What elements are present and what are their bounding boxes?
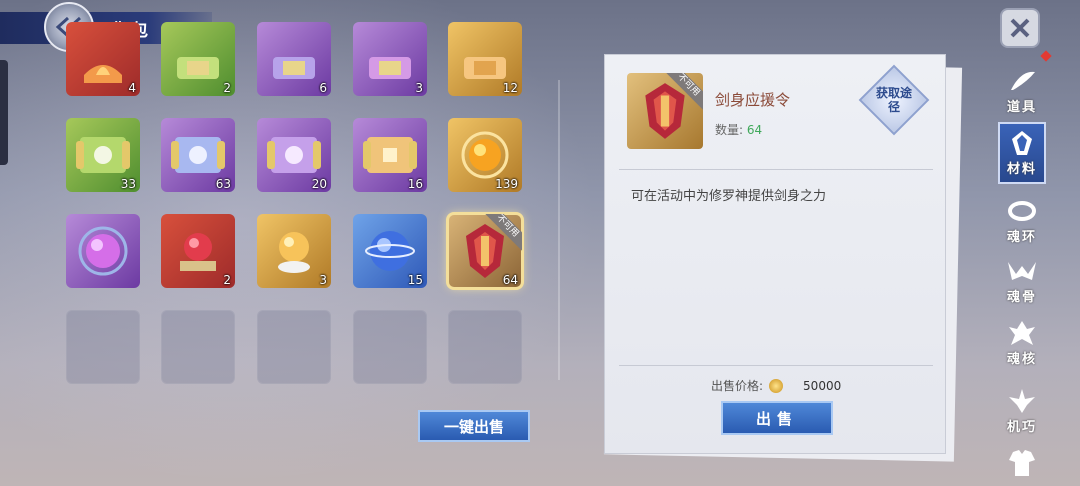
item-count: 15: [407, 273, 423, 287]
item-slot[interactable]: 2: [161, 22, 235, 96]
feather-icon: [1005, 66, 1039, 96]
item-count: 2: [223, 273, 231, 287]
nav-item-soul-ring[interactable]: 魂环: [998, 196, 1046, 245]
green-scroll-icon: [76, 137, 130, 173]
gold-orb-on-stand-icon: [278, 232, 310, 273]
empty-slot[interactable]: [161, 310, 235, 384]
item-count: 6: [319, 81, 327, 95]
divider-line: [619, 365, 933, 366]
item-slot[interactable]: 6: [257, 22, 331, 96]
item-slot[interactable]: 20: [257, 118, 331, 192]
coin-icon: [769, 378, 784, 393]
item-description: 可在活动中为修罗神提供剑身之力: [631, 185, 826, 204]
obtain-source-button[interactable]: 获取途径: [858, 64, 930, 136]
gold-orb-icon: [461, 131, 509, 179]
empty-slot[interactable]: [448, 310, 522, 384]
purple-scroll-icon: [267, 137, 321, 173]
flame-scroll-icon: [84, 64, 122, 83]
gold-scroll-icon: [464, 56, 506, 79]
sell-price-row: 出售价格: 50000: [711, 377, 841, 394]
divider-line: [619, 169, 933, 170]
sell-all-button[interactable]: 一键出售: [418, 410, 530, 442]
gold-scroll-icon: [363, 137, 417, 173]
item-slot-selected[interactable]: 不可用 64: [446, 212, 524, 290]
nav-label: 魂核: [1006, 352, 1037, 367]
item-slot[interactable]: [66, 214, 140, 288]
item-count: 139: [495, 177, 518, 191]
item-slot[interactable]: 63: [161, 118, 235, 192]
nav-item-mechanism[interactable]: 机巧: [998, 386, 1046, 435]
item-quantity: 数量: 64: [715, 121, 762, 138]
divider: [558, 80, 560, 380]
nav-item-props[interactable]: 道具: [998, 66, 1046, 115]
nav-label: 魂骨: [1006, 290, 1037, 305]
violet-scroll-icon: [369, 56, 411, 79]
ring-icon: [1005, 196, 1039, 226]
item-detail-panel: 不可用 剑身应援令 数量: 64 获取途径 可在活动中为修罗神提供剑身之力 出售…: [604, 54, 946, 454]
close-button[interactable]: [1000, 8, 1040, 48]
quantity-value: 64: [746, 123, 763, 137]
armor-icon: [1005, 448, 1039, 478]
nav-label: 道具: [1006, 100, 1037, 115]
purple-orb-icon: [78, 226, 128, 276]
blue-orb-icon: [365, 231, 415, 271]
left-edge-tab[interactable]: [0, 60, 8, 165]
item-count: 4: [128, 81, 136, 95]
purple-scroll-icon: [273, 56, 315, 79]
item-slot[interactable]: 12: [448, 22, 522, 96]
mechanism-icon: [1005, 386, 1039, 416]
empty-slot[interactable]: [66, 310, 140, 384]
quantity-label: 数量:: [715, 123, 744, 137]
item-name: 剑身应援令: [715, 91, 791, 109]
item-count: 64: [502, 273, 518, 287]
desc-text: 可在: [631, 189, 658, 204]
item-slot[interactable]: 16: [353, 118, 427, 192]
item-count: 12: [502, 81, 518, 95]
green-scroll-icon: [177, 56, 219, 79]
nav-item-armor[interactable]: [998, 448, 1046, 478]
blue-scroll-icon: [171, 137, 225, 173]
price-label: 出售价格:: [711, 379, 764, 393]
item-count: 16: [407, 177, 423, 191]
sell-button[interactable]: 出售: [721, 401, 833, 435]
nav-item-materials[interactable]: 材料: [998, 122, 1046, 184]
item-count: 20: [311, 177, 327, 191]
nav-label: 魂环: [1006, 230, 1037, 245]
core-icon: [1005, 318, 1039, 348]
item-count: 33: [120, 177, 136, 191]
empty-slot[interactable]: [353, 310, 427, 384]
desc-text: 活动中为修罗神提供剑身之力: [657, 189, 827, 204]
close-icon: [1010, 18, 1030, 38]
notification-dot: [1040, 50, 1052, 62]
selected-item-icon: 不可用: [627, 73, 703, 149]
item-slot[interactable]: 3: [353, 22, 427, 96]
item-slot[interactable]: 4: [66, 22, 140, 96]
wing-bone-icon: [1005, 256, 1039, 286]
nav-label: 机巧: [1006, 420, 1037, 435]
item-count: 3: [319, 273, 327, 287]
item-count: 3: [415, 81, 423, 95]
red-orb-on-stand-icon: [180, 233, 216, 271]
nav-item-soul-bone[interactable]: 魂骨: [998, 256, 1046, 305]
nav-label: 材料: [1006, 162, 1037, 177]
item-slot[interactable]: 139: [448, 118, 522, 192]
obtain-label: 获取途径: [875, 86, 912, 114]
item-slot[interactable]: 15: [353, 214, 427, 288]
item-slot[interactable]: 2: [161, 214, 235, 288]
empty-slot[interactable]: [257, 310, 331, 384]
item-slot[interactable]: 3: [257, 214, 331, 288]
item-count: 2: [223, 81, 231, 95]
price-value: 50000: [803, 378, 842, 393]
item-count: 63: [215, 177, 231, 191]
item-slot[interactable]: 33: [66, 118, 140, 192]
crystal-icon: [1005, 128, 1039, 158]
nav-item-soul-core[interactable]: 魂核: [998, 318, 1046, 367]
